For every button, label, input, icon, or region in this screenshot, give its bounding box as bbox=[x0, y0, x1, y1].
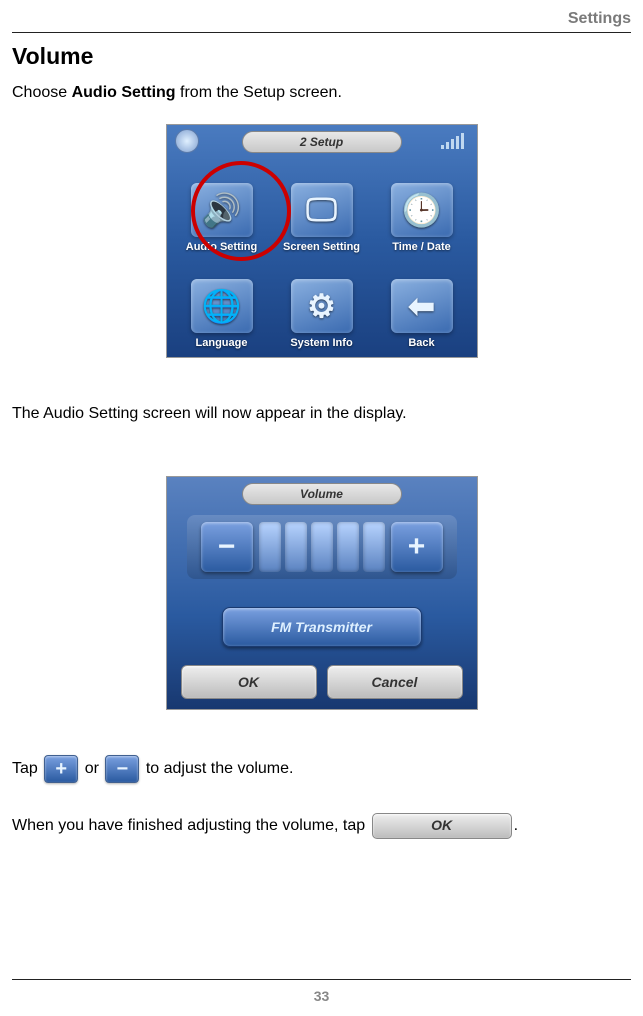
volume-bar bbox=[363, 522, 385, 572]
page-title: Volume bbox=[12, 43, 631, 70]
finish-post: . bbox=[514, 817, 518, 834]
tap-mid: or bbox=[80, 760, 103, 777]
inline-plus-icon: + bbox=[44, 755, 78, 783]
figure-volume: Volume − + FM Transmitter OK Cancel bbox=[166, 476, 478, 710]
signal-icon bbox=[441, 133, 467, 149]
inline-minus-icon: − bbox=[105, 755, 139, 783]
page-footer: 33 bbox=[12, 975, 631, 1004]
volume-bottom-row: OK Cancel bbox=[181, 665, 463, 699]
finish-pre: When you have finished adjusting the vol… bbox=[12, 817, 370, 834]
globe-icon: 🌐 bbox=[191, 279, 253, 333]
finish-instruction: When you have finished adjusting the vol… bbox=[12, 813, 631, 839]
figure-setup-wrap: 2 Setup 🔊 Audio Setting 🖵 Screen Setting… bbox=[12, 124, 631, 363]
intro-bold: Audio Setting bbox=[72, 84, 176, 101]
fm-transmitter-button[interactable]: FM Transmitter bbox=[222, 607, 422, 647]
clock-icon: 🕒 bbox=[391, 183, 453, 237]
setup-audio-setting[interactable]: 🔊 Audio Setting bbox=[177, 163, 267, 253]
figure-setup: 2 Setup 🔊 Audio Setting 🖵 Screen Setting… bbox=[166, 124, 478, 358]
tap-instruction: Tap + or − to adjust the volume. bbox=[12, 755, 631, 783]
speaker-icon: 🔊 bbox=[191, 183, 253, 237]
gear-icon: ⚙ bbox=[291, 279, 353, 333]
volume-screen-title: Volume bbox=[242, 483, 402, 505]
setup-cell-label: Screen Setting bbox=[283, 241, 360, 253]
header-divider bbox=[12, 32, 631, 33]
header-section: Settings bbox=[12, 10, 631, 28]
intro-text: Choose Audio Setting from the Setup scre… bbox=[12, 82, 631, 104]
volume-bar bbox=[285, 522, 307, 572]
setup-titlebar: 2 Setup bbox=[242, 131, 402, 153]
monitor-icon: 🖵 bbox=[291, 183, 353, 237]
setup-cell-label: Time / Date bbox=[392, 241, 451, 253]
footer-divider bbox=[12, 979, 631, 980]
ok-button[interactable]: OK bbox=[181, 665, 317, 699]
volume-bars bbox=[259, 522, 385, 572]
volume-minus-button[interactable]: − bbox=[201, 522, 253, 572]
figure-volume-wrap: Volume − + FM Transmitter OK Cancel bbox=[12, 476, 631, 715]
setup-cell-label: Audio Setting bbox=[186, 241, 258, 253]
setup-time-date[interactable]: 🕒 Time / Date bbox=[377, 163, 467, 253]
volume-bar bbox=[311, 522, 333, 572]
setup-back[interactable]: ⬅ Back bbox=[377, 259, 467, 349]
intro-pre: Choose bbox=[12, 84, 72, 101]
tap-post: to adjust the volume. bbox=[141, 760, 293, 777]
setup-system-info[interactable]: ⚙ System Info bbox=[277, 259, 367, 349]
cancel-button[interactable]: Cancel bbox=[327, 665, 463, 699]
volume-plus-button[interactable]: + bbox=[391, 522, 443, 572]
volume-bar bbox=[259, 522, 281, 572]
intro-post: from the Setup screen. bbox=[176, 84, 342, 101]
setup-cell-label: System Info bbox=[290, 337, 352, 349]
setup-grid: 🔊 Audio Setting 🖵 Screen Setting 🕒 Time … bbox=[177, 163, 467, 349]
volume-slider-row: − + bbox=[187, 515, 457, 579]
setup-language[interactable]: 🌐 Language bbox=[177, 259, 267, 349]
back-arrow-icon: ⬅ bbox=[391, 279, 453, 333]
setup-cell-label: Back bbox=[408, 337, 434, 349]
volume-bar bbox=[337, 522, 359, 572]
mid-text: The Audio Setting screen will now appear… bbox=[12, 403, 631, 425]
compass-icon bbox=[175, 129, 199, 153]
page-number: 33 bbox=[12, 988, 631, 1004]
tap-pre: Tap bbox=[12, 760, 42, 777]
setup-screen-setting[interactable]: 🖵 Screen Setting bbox=[277, 163, 367, 253]
setup-cell-label: Language bbox=[196, 337, 248, 349]
inline-ok-button: OK bbox=[372, 813, 512, 839]
